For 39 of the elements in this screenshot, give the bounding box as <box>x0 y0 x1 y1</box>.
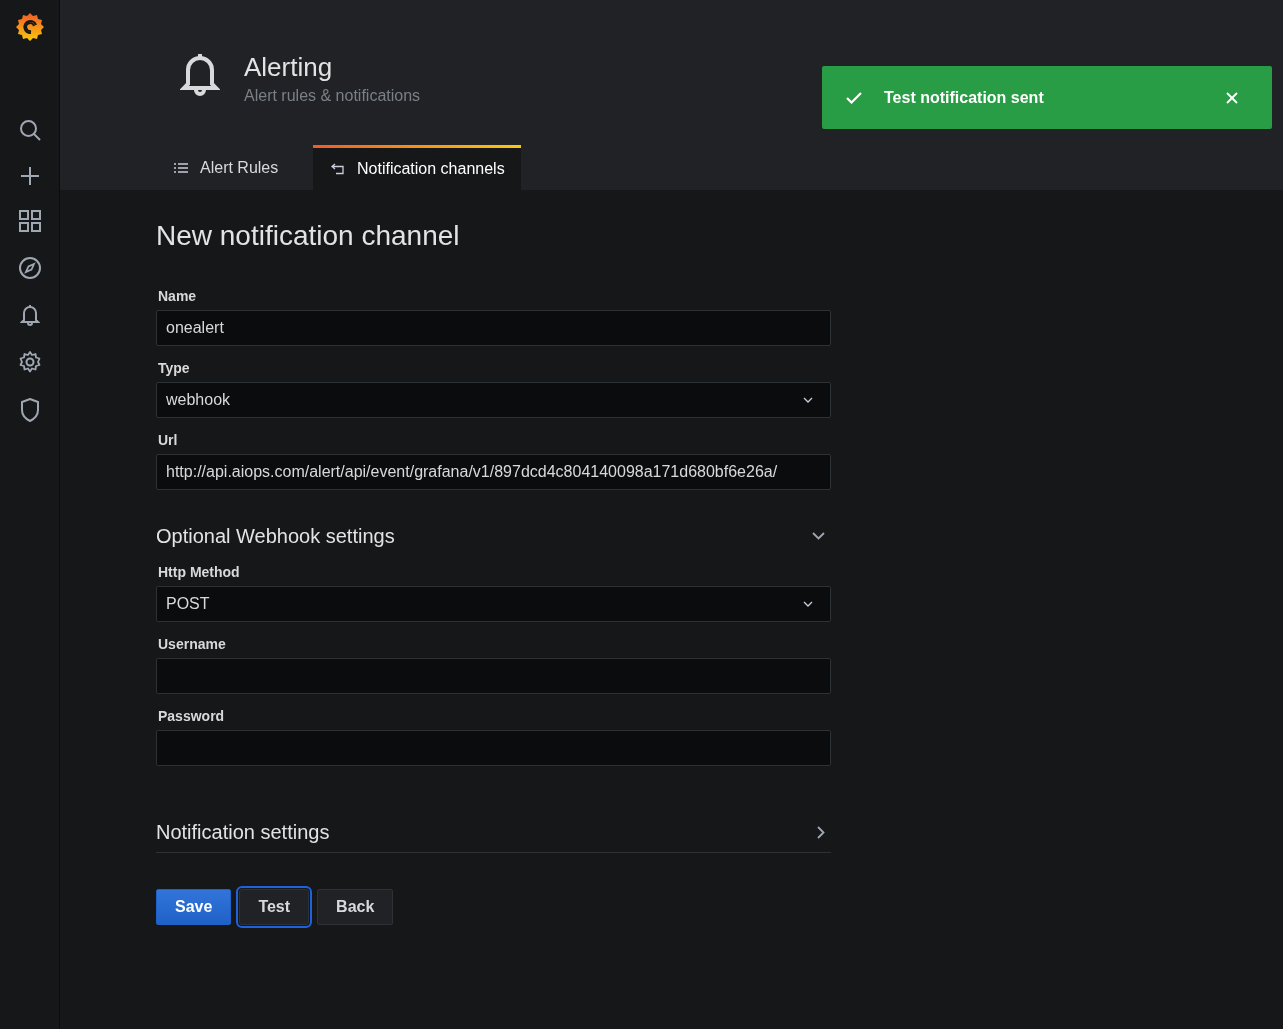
section-header[interactable]: Notification settings <box>156 812 831 853</box>
field-label: Url <box>158 432 179 448</box>
chevron-right-icon <box>817 825 825 839</box>
search-icon[interactable] <box>17 118 42 142</box>
input-field[interactable]: onealert <box>156 310 831 346</box>
list-icon <box>174 162 188 173</box>
bell-icon[interactable] <box>19 304 40 326</box>
select-field[interactable]: POST <box>156 586 831 622</box>
page-subtitle: Alert rules & notifications <box>244 87 421 105</box>
plus-icon[interactable] <box>19 166 40 186</box>
tab[interactable]: Alert Rules <box>156 145 313 190</box>
field-label: Type <box>158 360 191 376</box>
input-field[interactable] <box>156 658 831 694</box>
bell-icon <box>180 52 220 98</box>
tab[interactable]: Notification channels <box>313 145 521 190</box>
select-field[interactable]: webhook <box>156 382 831 418</box>
action-button[interactable]: Save <box>156 889 232 925</box>
chevron-down-icon <box>812 532 825 540</box>
input-field[interactable] <box>156 730 831 766</box>
channel-icon <box>331 163 345 175</box>
compass-icon[interactable] <box>17 256 42 280</box>
input-field[interactable]: http://api.aiops.com/alert/api/event/grafana/v1/897dcd4c804140098a171d680bf6e26a/ <box>156 454 831 490</box>
page-title: Alerting <box>244 52 334 83</box>
section-header[interactable]: Optional Webhook settings <box>156 516 831 556</box>
field-label: Password <box>158 708 226 724</box>
action-button[interactable]: Test <box>239 889 310 925</box>
grid-icon[interactable] <box>18 210 41 232</box>
field-label: Http Method <box>158 564 241 580</box>
shield-icon[interactable] <box>19 398 40 422</box>
action-button[interactable]: Back <box>317 889 394 925</box>
settings-icon[interactable] <box>17 350 42 374</box>
field-label: Name <box>158 288 198 304</box>
chevron-down-icon <box>803 601 813 607</box>
close-icon[interactable] <box>1226 91 1238 104</box>
field-label: Username <box>158 636 227 652</box>
checkmark-icon <box>846 91 862 104</box>
form-heading: New notification channel <box>156 220 461 252</box>
chevron-down-icon <box>803 397 813 403</box>
toast-message: Test notification sent <box>884 88 1045 107</box>
